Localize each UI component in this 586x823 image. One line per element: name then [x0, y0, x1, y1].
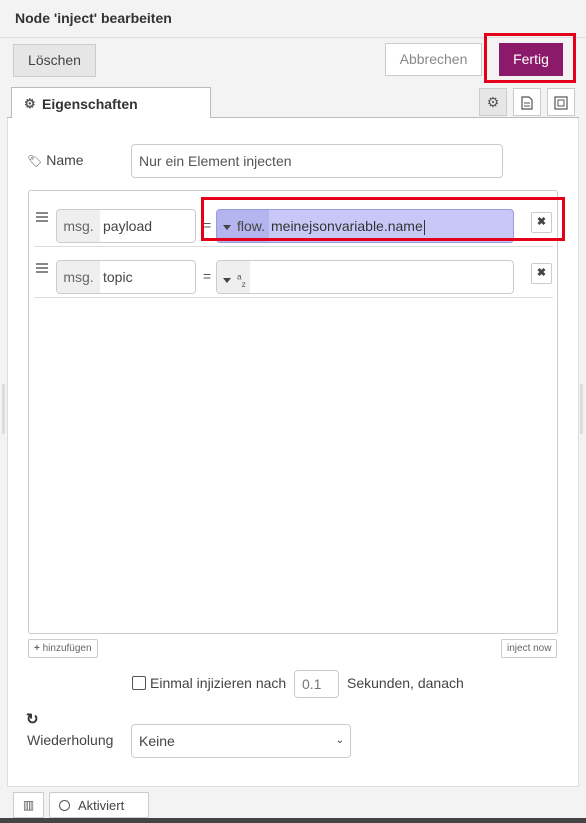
gear-icon: ⚙ — [486, 94, 500, 110]
caret-down-icon — [223, 278, 231, 284]
property-list: msg. payload = flow. meinejsonvariable.n… — [28, 190, 558, 634]
property-target-field[interactable]: msg. payload — [56, 209, 196, 243]
property-row-payload: msg. payload = flow. meinejsonvariable.n… — [34, 196, 553, 247]
cancel-button[interactable]: Abbrechen — [385, 43, 482, 76]
circle-icon — [59, 800, 70, 811]
repeat-label: Wiederholung — [27, 732, 114, 748]
document-icon — [521, 96, 533, 110]
inject-once-label: Einmal injizieren nach — [150, 675, 287, 691]
node-enabled-toggle[interactable]: Aktiviert — [49, 792, 149, 818]
property-value-text: meinejsonvariable.name — [271, 210, 425, 242]
drag-handle-icon[interactable] — [36, 212, 48, 224]
node-enabled-label: Aktiviert — [78, 798, 125, 813]
property-row-topic: msg. topic = az ✖ — [34, 247, 553, 298]
property-key: payload — [103, 218, 153, 234]
plus-icon: + — [34, 643, 40, 654]
remove-property-button[interactable]: ✖ — [531, 263, 552, 284]
msg-prefix: msg. — [57, 210, 100, 242]
once-delay-unit-label: Sekunden, danach — [347, 675, 464, 691]
property-value-field[interactable]: flow. meinejsonvariable.name — [216, 209, 514, 243]
tab-properties-label: Eigenschaften — [42, 96, 138, 112]
string-type-icon: az — [237, 272, 246, 290]
description-tab-button[interactable] — [513, 88, 541, 116]
msg-prefix: msg. — [57, 261, 100, 293]
once-delay-input[interactable] — [294, 670, 339, 698]
appearance-tab-button[interactable] — [547, 88, 575, 116]
tray-toolbar: Löschen Abbrechen Fertig — [0, 33, 586, 88]
bottom-edge — [0, 818, 586, 823]
tabs-bar: ⚙ Eigenschaften ⚙ — [7, 86, 579, 119]
chevron-down-icon: ⌄ — [335, 735, 344, 746]
equals-sign: = — [203, 217, 212, 233]
settings-tab-button[interactable]: ⚙ — [479, 88, 507, 116]
equals-sign: = — [203, 268, 212, 284]
inject-once-row: Einmal injizieren nach Sekunden, danach — [131, 670, 531, 698]
drag-handle-icon[interactable] — [36, 263, 48, 275]
gear-icon: ⚙ — [24, 96, 36, 111]
inject-now-button[interactable]: inject now — [501, 639, 558, 658]
inject-once-checkbox[interactable] — [132, 676, 146, 690]
property-target-field[interactable]: msg. topic — [56, 260, 196, 294]
book-icon: ▥ — [22, 798, 35, 812]
name-input[interactable] — [131, 144, 503, 178]
tray-title: Node 'inject' bearbeiten — [15, 10, 172, 26]
add-property-label: hinzufügen — [42, 643, 92, 654]
repeat-selected-value: Keine — [139, 733, 175, 749]
value-type-selector[interactable]: flow. — [217, 210, 270, 242]
tag-icon: 🏷 — [27, 154, 43, 168]
done-button[interactable]: Fertig — [499, 43, 563, 76]
property-value: meinejsonvariable.name — [271, 218, 423, 234]
left-resize-handle[interactable] — [2, 384, 5, 434]
property-value-field[interactable]: az — [216, 260, 514, 294]
add-property-button[interactable]: + hinzufügen — [28, 639, 98, 658]
caret-down-icon — [223, 224, 231, 230]
property-key: topic — [103, 269, 133, 285]
value-type-label: flow. — [237, 218, 266, 234]
remove-property-button[interactable]: ✖ — [531, 212, 552, 233]
delete-button[interactable]: Löschen — [13, 44, 96, 77]
repeat-icon: ↻ — [26, 711, 39, 728]
right-resize-handle[interactable] — [580, 384, 583, 434]
name-label-text: Name — [46, 152, 84, 168]
value-type-selector[interactable]: az — [217, 261, 250, 293]
tab-properties[interactable]: ⚙ Eigenschaften — [11, 87, 211, 119]
name-label: 🏷 Name — [27, 152, 84, 168]
help-book-button[interactable]: ▥ — [13, 792, 44, 818]
layout-icon — [554, 96, 568, 110]
repeat-select[interactable]: Keine ⌄ — [131, 724, 351, 758]
text-cursor — [423, 219, 425, 235]
